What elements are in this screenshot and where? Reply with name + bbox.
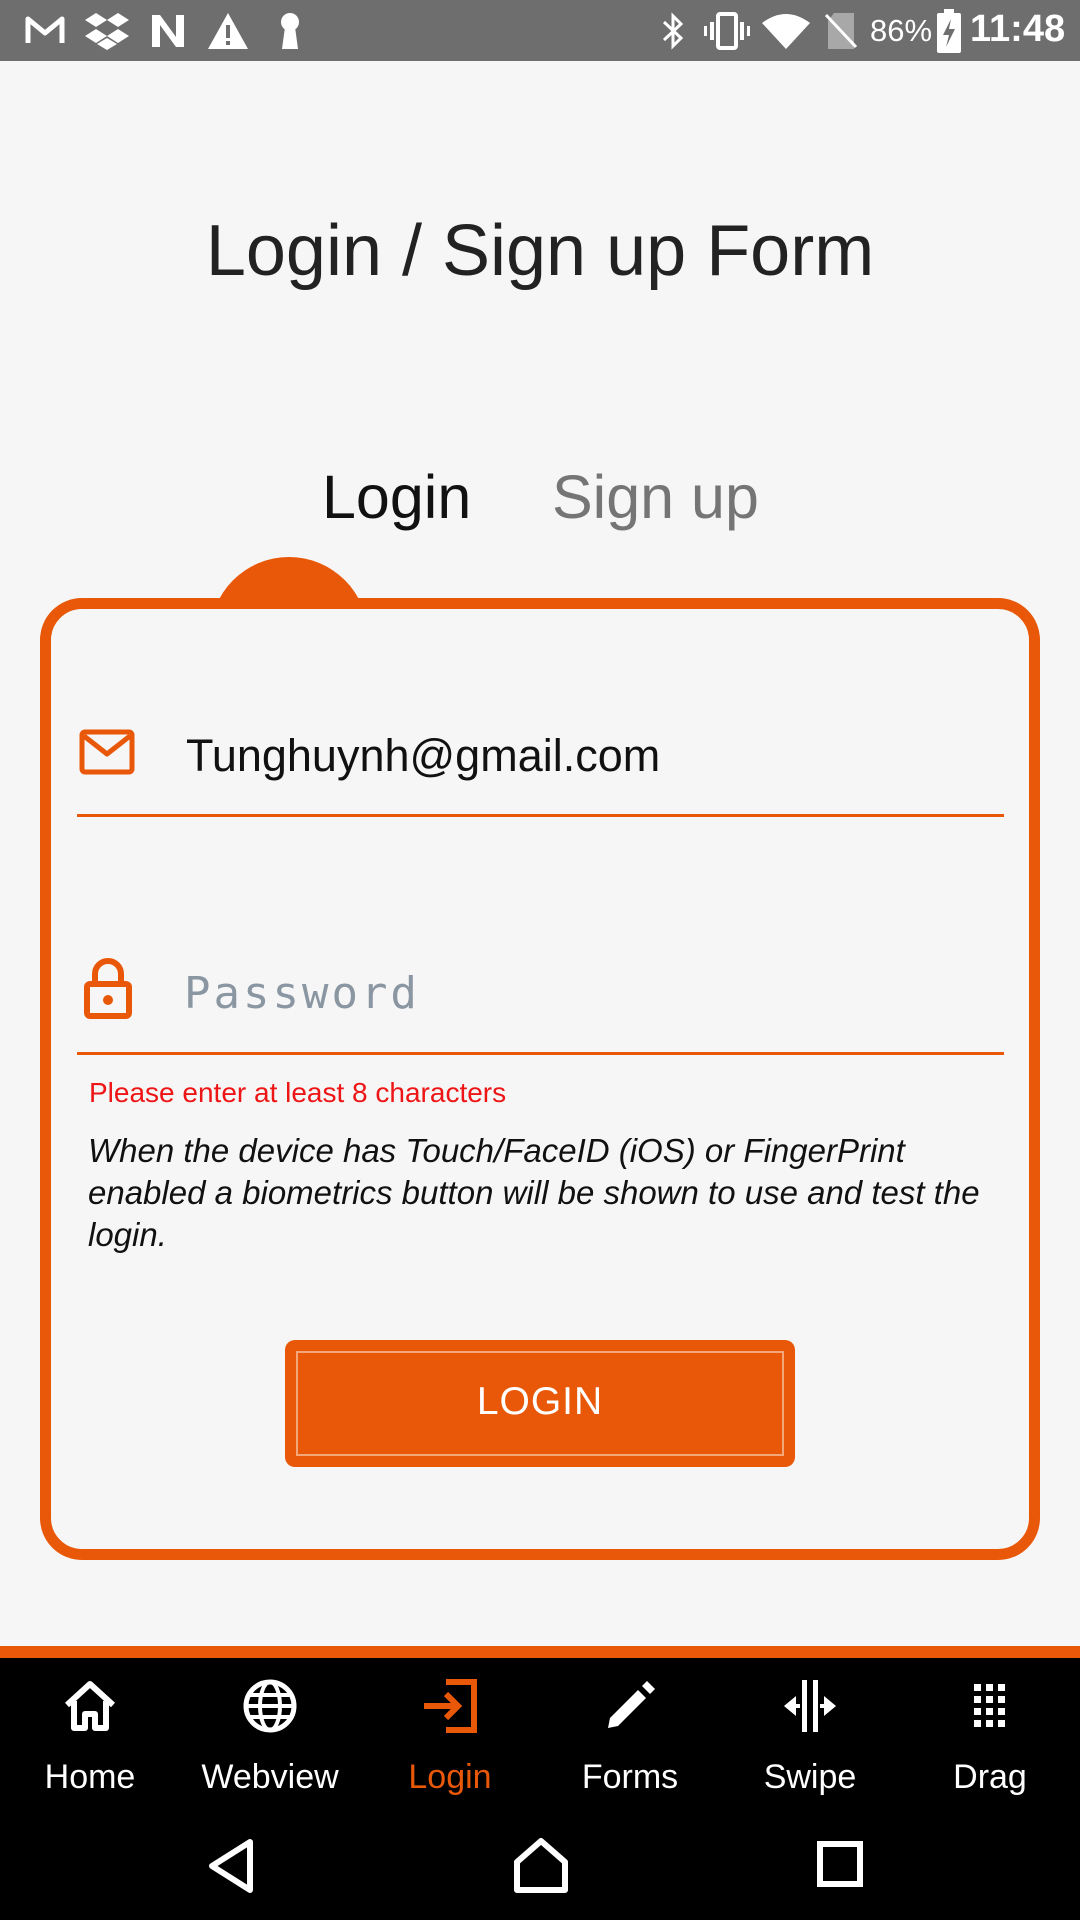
no-sim-icon — [824, 13, 858, 49]
nav-label-forms: Forms — [581, 1758, 679, 1796]
globe-icon — [243, 1679, 297, 1733]
nav-label-drag: Drag — [953, 1758, 1027, 1796]
dropbox-icon — [85, 13, 129, 50]
home-system-icon[interactable] — [512, 1836, 570, 1896]
n-icon — [152, 15, 184, 47]
password-error-message: Please enter at least 8 characters — [89, 1077, 507, 1108]
nav-item-webview[interactable]: Webview — [180, 1658, 360, 1818]
login-button[interactable]: LOGIN — [285, 1340, 795, 1467]
system-navigation-bar — [0, 1818, 1080, 1920]
recents-icon[interactable] — [816, 1840, 864, 1890]
nav-label-webview: Webview — [201, 1758, 339, 1796]
battery-percent: 86% — [870, 13, 933, 48]
email-icon — [79, 729, 135, 775]
home-icon — [64, 1681, 116, 1731]
nav-label-login: Login — [408, 1758, 492, 1796]
login-icon — [424, 1679, 477, 1733]
keyhole-icon — [281, 13, 299, 49]
password-field-underline — [77, 1052, 1004, 1055]
nav-item-forms[interactable]: Forms — [540, 1658, 720, 1818]
tab-login[interactable]: Login — [322, 462, 471, 532]
page-title: Login / Sign up Form — [205, 211, 875, 291]
status-time: 11:48 — [970, 8, 1066, 50]
pencil-icon — [608, 1681, 655, 1728]
nav-item-home[interactable]: Home — [0, 1658, 180, 1818]
email-field[interactable]: Tunghuynh@gmail.com — [186, 730, 660, 782]
email-field-underline — [77, 814, 1004, 817]
warning-icon — [208, 13, 248, 49]
wifi-icon — [762, 14, 810, 49]
battery-charging-icon — [937, 9, 961, 53]
nav-label-home: Home — [44, 1758, 136, 1796]
gmail-icon — [25, 16, 65, 43]
login-button-label: LOGIN — [476, 1380, 604, 1423]
nav-item-swipe[interactable]: Swipe — [720, 1658, 900, 1818]
lock-icon — [84, 958, 132, 1019]
bottom-tab-bar: Home Webview Login Forms Swipe Drag — [0, 1658, 1080, 1818]
nav-label-swipe: Swipe — [763, 1758, 857, 1796]
bluetooth-icon — [662, 12, 684, 50]
biometrics-hint-text: When the device has Touch/FaceID (iOS) o… — [88, 1132, 980, 1253]
grid-dots-icon — [974, 1684, 1005, 1727]
nav-item-drag[interactable]: Drag — [900, 1658, 1080, 1818]
back-icon[interactable] — [206, 1836, 256, 1896]
nav-item-login[interactable]: Login — [360, 1658, 540, 1818]
tab-signup[interactable]: Sign up — [552, 462, 759, 532]
password-input[interactable] — [184, 958, 984, 1028]
bottom-nav-accent-bar — [0, 1646, 1080, 1658]
status-bar: 86% 11:48 — [0, 0, 1080, 61]
vibrate-icon — [704, 12, 750, 50]
swipe-icon — [784, 1680, 836, 1732]
